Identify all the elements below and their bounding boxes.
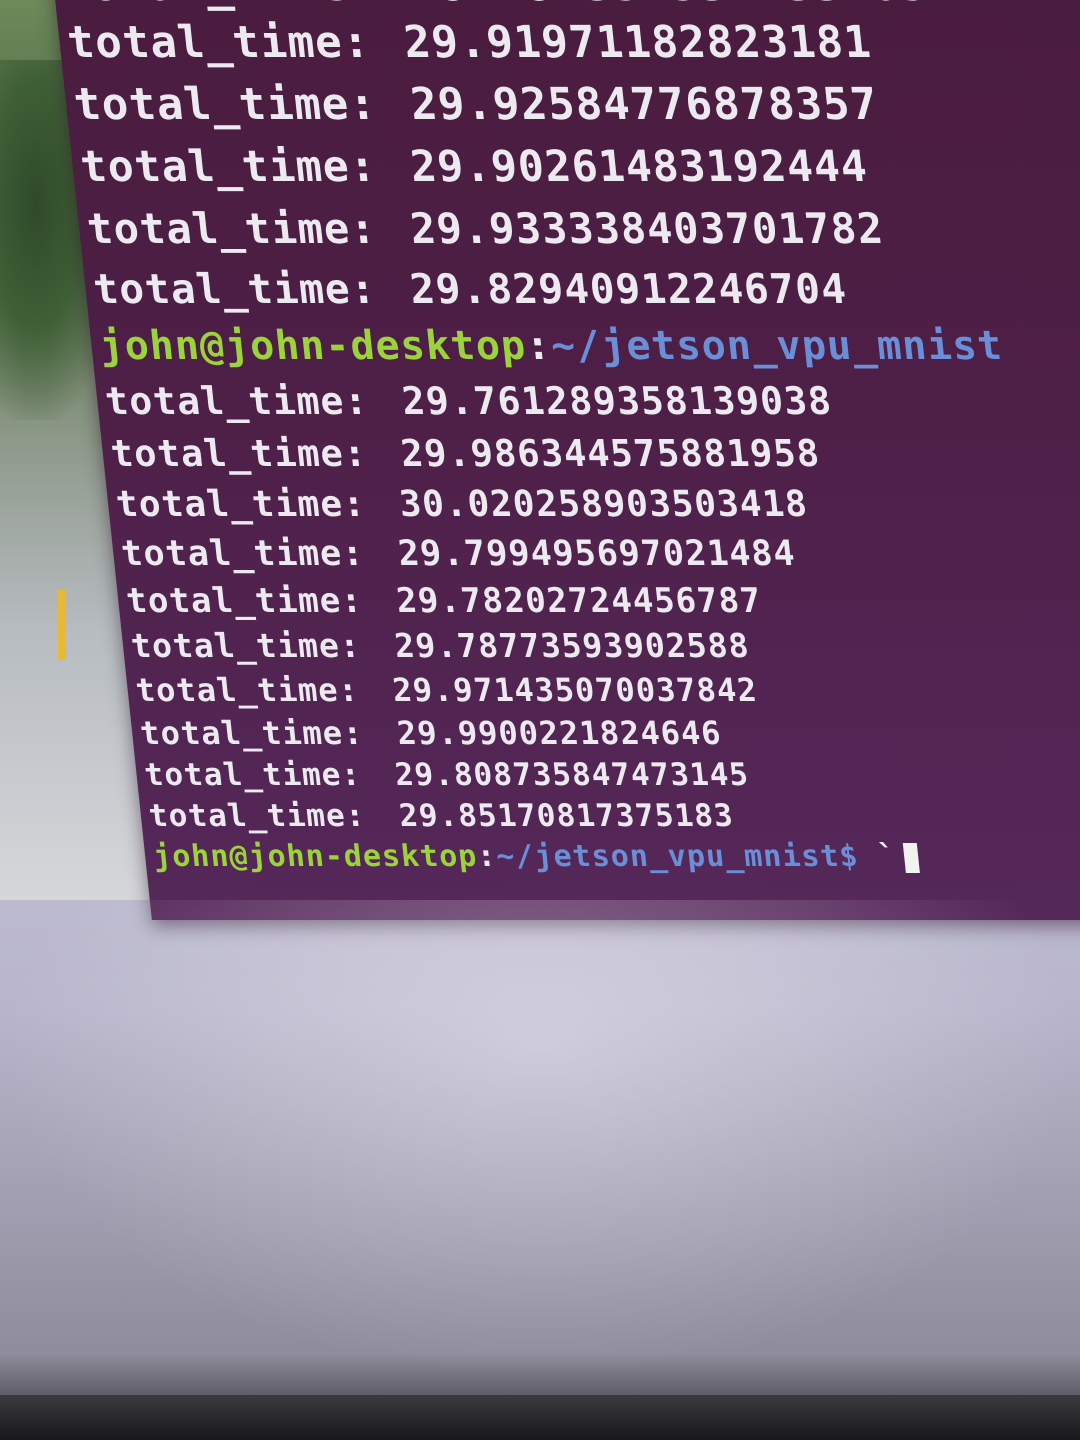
line-value: 29.808735847473145	[393, 757, 751, 793]
line-label: total_time:	[71, 79, 380, 130]
prompt-user-host: john@john-desktop	[97, 323, 529, 369]
prompt-user-host: john@john-desktop	[151, 839, 480, 874]
line-value: 29.85170817375183	[397, 798, 736, 834]
line-label: total_time:	[124, 581, 365, 621]
terminal-line: total_time: 30.020258903503418	[114, 480, 1022, 530]
line-value: 29.986344575881958	[398, 432, 823, 475]
line-value: 29.933338403701782	[407, 204, 887, 253]
terminal-output: total_time: 29.794352531433105 total_time…	[59, 0, 1058, 878]
terminal-line: total_time: 29.794352531433105	[59, 0, 968, 12]
line-value: 29.91971182823181	[401, 17, 875, 68]
line-value: 30.020258903503418	[397, 484, 810, 525]
terminal-line: total_time: 29.85170817375183	[147, 796, 1054, 836]
terminal-line: total_time: 29.761289358139038	[102, 374, 1011, 428]
terminal-line: total_time: 29.933338403701782	[84, 198, 994, 260]
wallpaper-pole	[58, 590, 66, 660]
terminal-line: total_time: 29.90261483192444	[77, 136, 987, 198]
line-label: total_time:	[138, 714, 366, 752]
shell-prompt-active[interactable]: john@john-desktop:~/jetson_vpu_mnist$ `	[151, 836, 1058, 878]
line-value: 29.78202724456787	[394, 581, 764, 621]
prompt-path: ~/jetson_vpu_mnist$	[494, 839, 861, 874]
monitor-bezel	[0, 1395, 1080, 1440]
line-label: total_time:	[84, 204, 379, 253]
terminal-line: total_time: 29.9900221824646	[138, 712, 1045, 754]
line-value: 29.794352531433105	[408, 0, 930, 11]
terminal-line: total_time: 29.91971182823181	[64, 12, 974, 74]
line-value: 29.78773593902588	[392, 626, 752, 665]
line-label: total_time:	[128, 626, 363, 665]
line-label: total_time:	[114, 484, 368, 525]
photo-scene: total_time: 29.794352531433105 total_time…	[0, 0, 1080, 1440]
line-label: total_time:	[147, 798, 368, 834]
line-value: 29.799495697021484	[396, 534, 798, 574]
line-label: total_time:	[142, 757, 363, 793]
terminal-line: total_time: 29.82940912246704	[90, 260, 999, 318]
line-label: total_time:	[102, 379, 371, 423]
line-value: 29.9900221824646	[395, 714, 724, 752]
line-label: total_time:	[108, 432, 370, 475]
line-label: total_time:	[64, 17, 373, 68]
terminal-window[interactable]: total_time: 29.794352531433105 total_time…	[52, 0, 1080, 920]
text-cursor	[903, 842, 921, 873]
line-label: total_time:	[133, 671, 361, 709]
terminal-line: total_time: 29.971435070037842	[133, 668, 1041, 712]
shell-prompt: john@john-desktop:~/jetson_vpu_mnist	[97, 318, 1006, 374]
terminal-line: total_time: 29.78202724456787	[124, 578, 1032, 624]
terminal-line: total_time: 29.799495697021484	[119, 530, 1027, 578]
terminal-line: total_time: 29.808735847473145	[142, 754, 1049, 796]
prompt-input[interactable]: `	[876, 839, 899, 874]
screen-glare	[0, 900, 1080, 1380]
line-label: total_time:	[91, 265, 379, 313]
prompt-path: ~/jetson_vpu_mnist	[548, 323, 1005, 369]
line-value: 29.82940912246704	[407, 265, 850, 313]
line-label: total_time:	[78, 142, 380, 192]
line-label: total_time:	[119, 534, 367, 574]
line-value: 29.92584776878357	[407, 79, 881, 130]
line-value: 29.90261483192444	[407, 142, 871, 192]
terminal-line: total_time: 29.92584776878357	[71, 74, 981, 136]
terminal-line: total_time: 29.78773593902588	[129, 624, 1037, 668]
line-value: 29.971435070037842	[390, 671, 760, 709]
line-label: total_time:	[59, 0, 380, 11]
terminal-line: total_time: 29.986344575881958	[108, 428, 1016, 480]
line-value: 29.761289358139038	[399, 379, 835, 423]
